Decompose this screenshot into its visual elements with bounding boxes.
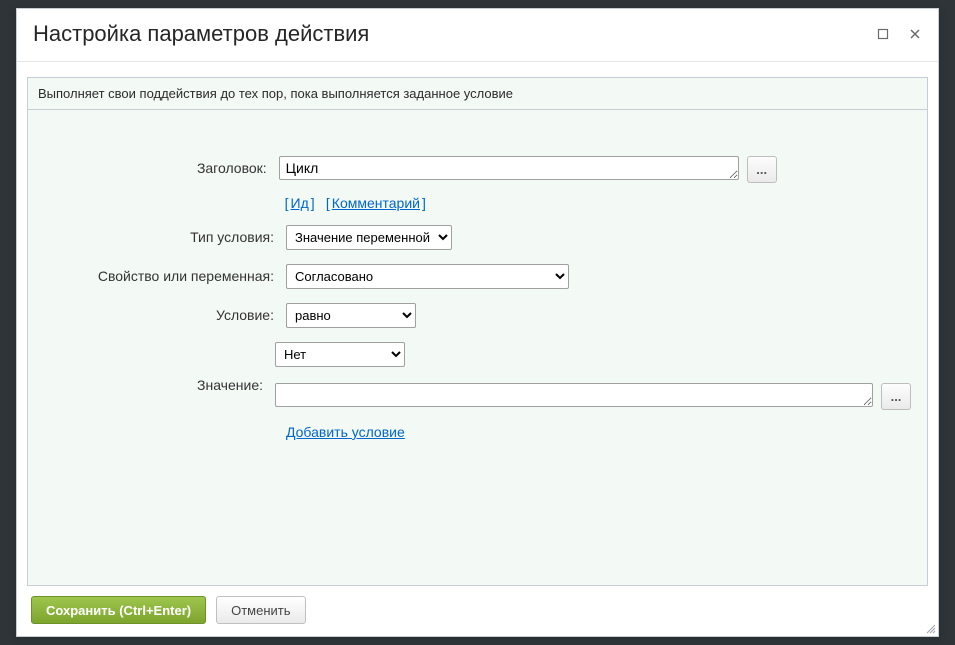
row-title: Заголовок: ... [Ид] [Комментарий] — [44, 156, 911, 211]
var-select[interactable]: Согласовано — [286, 264, 569, 289]
row-value: Значение: Нет ... — [44, 342, 911, 410]
value-label: Значение: — [44, 359, 275, 393]
title-label: Заголовок: — [44, 156, 279, 176]
bracket: ] — [311, 195, 315, 211]
bracket: [ — [285, 195, 289, 211]
bracket: [ — [326, 195, 330, 211]
row-var: Свойство или переменная: Согласовано — [44, 264, 911, 289]
add-condition-link[interactable]: Добавить условие — [286, 424, 405, 440]
dialog: Настройка параметров действия Выполняет … — [16, 8, 939, 637]
bracket: ] — [422, 195, 426, 211]
form-area: Заголовок: ... [Ид] [Комментарий] Тип ус… — [27, 110, 928, 586]
value-input[interactable] — [275, 383, 873, 407]
type-label: Тип условия: — [44, 225, 286, 245]
dialog-title: Настройка параметров действия — [33, 21, 369, 47]
save-button[interactable]: Сохранить (Ctrl+Enter) — [31, 596, 206, 624]
resize-grip-icon[interactable] — [924, 622, 936, 634]
value-ellipsis-button[interactable]: ... — [881, 383, 911, 410]
titlebar: Настройка параметров действия — [17, 9, 938, 62]
cond-select[interactable]: равно — [286, 303, 416, 328]
title-input[interactable] — [279, 156, 739, 180]
type-select[interactable]: Значение переменной — [286, 225, 452, 250]
id-link[interactable]: Ид — [291, 195, 309, 211]
var-label: Свойство или переменная: — [44, 264, 286, 284]
close-icon[interactable] — [908, 27, 922, 41]
value-bool-select[interactable]: Нет — [275, 342, 405, 367]
cancel-button[interactable]: Отменить — [216, 596, 305, 624]
dialog-description: Выполняет свои поддействия до тех пор, п… — [27, 77, 928, 110]
row-type: Тип условия: Значение переменной — [44, 225, 911, 250]
row-cond: Условие: равно — [44, 303, 911, 328]
window-buttons — [876, 27, 922, 41]
maximize-icon[interactable] — [876, 27, 890, 41]
cond-label: Условие: — [44, 303, 286, 323]
dialog-footer: Сохранить (Ctrl+Enter) Отменить — [17, 586, 938, 636]
add-condition-row: Добавить условие — [286, 424, 911, 440]
comment-link[interactable]: Комментарий — [332, 195, 420, 211]
title-ellipsis-button[interactable]: ... — [747, 156, 777, 183]
